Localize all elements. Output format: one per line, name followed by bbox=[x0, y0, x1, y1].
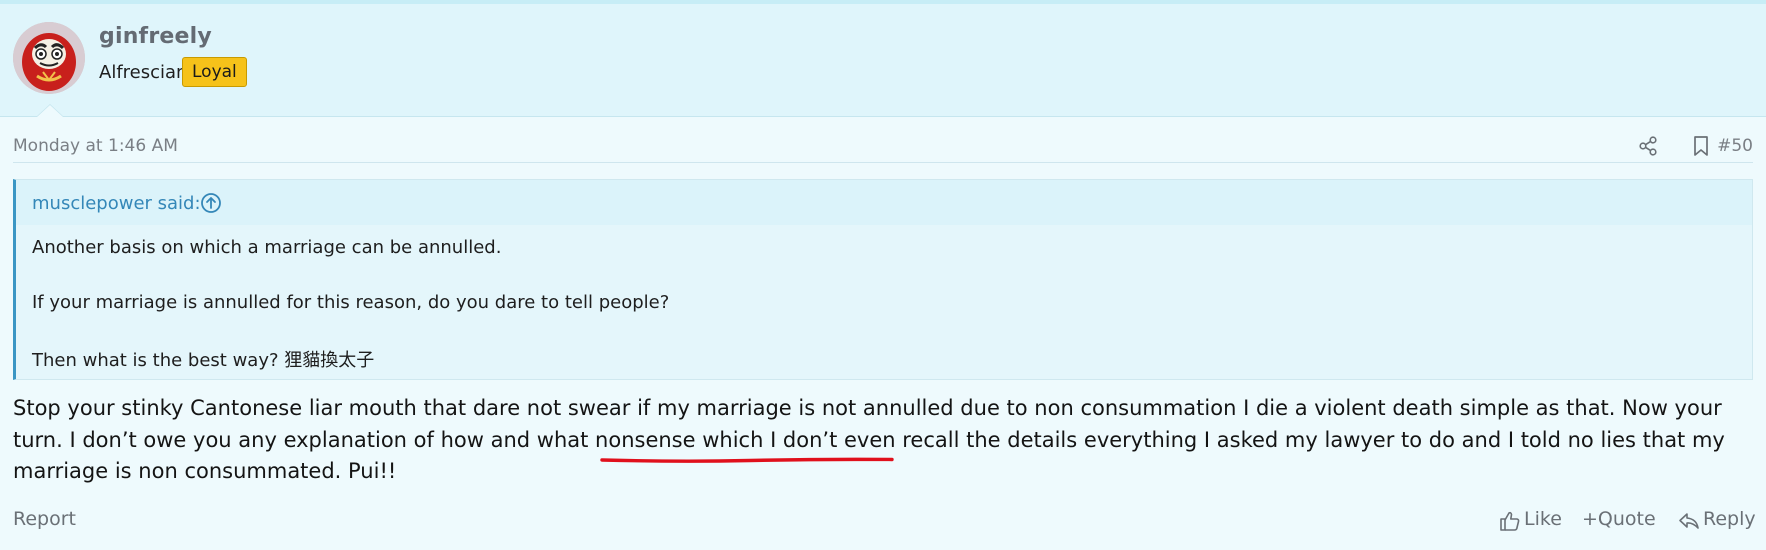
red-underline-annotation bbox=[600, 449, 894, 463]
post-body: Stop your stinky Cantonese liar mouth th… bbox=[13, 393, 1758, 488]
report-link[interactable]: Report bbox=[13, 508, 76, 530]
share-icon[interactable] bbox=[1637, 135, 1659, 157]
post-body-highlight: I don’t even recall the details bbox=[770, 427, 1078, 452]
header-pointer-fill bbox=[37, 105, 63, 117]
quote-line: Then what is the best way? 狸貓換太子 bbox=[32, 350, 375, 371]
post-date[interactable]: Monday at 1:46 AM bbox=[13, 136, 178, 156]
quote-line: If your marriage is annulled for this re… bbox=[32, 292, 670, 313]
user-header: ginfreely Alfrescian Loyal bbox=[0, 4, 1766, 117]
quote-button[interactable]: +Quote bbox=[1582, 508, 1656, 534]
post-number[interactable]: #50 bbox=[1717, 136, 1753, 156]
quote-label: +Quote bbox=[1582, 508, 1656, 530]
thumbs-up-icon bbox=[1500, 511, 1520, 531]
like-button[interactable]: Like bbox=[1499, 508, 1565, 534]
bookmark-icon[interactable] bbox=[1691, 135, 1711, 157]
user-badge: Loyal bbox=[182, 57, 247, 87]
like-label: Like bbox=[1524, 508, 1562, 530]
daruma-avatar[interactable] bbox=[13, 22, 85, 94]
reply-arrow-icon bbox=[1679, 513, 1699, 529]
reply-label: Reply bbox=[1703, 508, 1756, 530]
post-meta: Monday at 1:46 AM #50 bbox=[13, 133, 1753, 163]
reply-button[interactable]: Reply bbox=[1678, 508, 1758, 534]
quote-author[interactable]: musclepower said: bbox=[32, 193, 201, 214]
user-title: Alfrescian bbox=[99, 62, 188, 83]
forum-post: ginfreely Alfrescian Loyal Monday at 1:4… bbox=[0, 0, 1766, 550]
quote-header: musclepower said: bbox=[16, 180, 1752, 225]
quote-block: musclepower said: Another basis on which… bbox=[13, 179, 1753, 380]
arrow-up-circle-icon[interactable] bbox=[200, 192, 222, 214]
username[interactable]: ginfreely bbox=[99, 24, 212, 49]
quote-line: Another basis on which a marriage can be… bbox=[32, 237, 502, 258]
